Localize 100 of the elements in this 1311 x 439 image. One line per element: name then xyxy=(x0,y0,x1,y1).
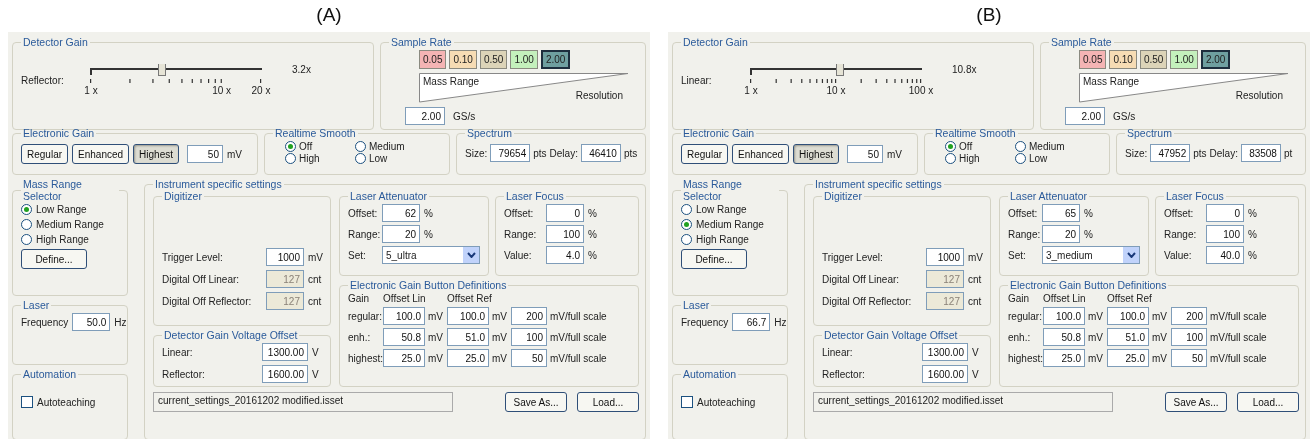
slider-thumb[interactable] xyxy=(157,64,166,76)
input-field[interactable]: 47952 xyxy=(1150,144,1191,162)
define-button[interactable]: Define... xyxy=(681,249,747,269)
input-field[interactable]: 200 xyxy=(1171,307,1207,325)
input-field[interactable]: 1300.00 xyxy=(262,343,308,361)
input-field[interactable]: 65 xyxy=(1042,204,1080,222)
radio-button[interactable] xyxy=(681,204,692,215)
radio-button[interactable] xyxy=(285,141,296,152)
input-field[interactable]: 83508 xyxy=(1240,144,1281,162)
rate-button[interactable]: 0.05 xyxy=(1079,50,1107,69)
input-field[interactable]: 50.0 xyxy=(72,313,111,331)
input-field[interactable]: 50.8 xyxy=(1043,328,1085,346)
input-field[interactable]: 1000 xyxy=(926,248,964,266)
slider-thumb[interactable] xyxy=(836,64,845,76)
input-field[interactable]: 0 xyxy=(546,204,584,222)
gain-button[interactable]: Regular xyxy=(681,144,729,164)
dropdown[interactable]: 3_medium xyxy=(1042,246,1140,264)
radio-button[interactable] xyxy=(1015,153,1026,164)
gain-button[interactable]: Highest xyxy=(793,144,839,164)
gain-button[interactable]: Highest xyxy=(133,144,179,164)
input-field[interactable]: 100 xyxy=(1171,328,1207,346)
option-label: High Range xyxy=(36,234,89,245)
radio-button[interactable] xyxy=(355,141,366,152)
radio-button[interactable] xyxy=(21,234,32,245)
gain-button[interactable]: Enhanced xyxy=(72,144,130,164)
radio-button[interactable] xyxy=(681,219,692,230)
dropdown[interactable]: 5_ultra xyxy=(382,246,480,264)
rate-button[interactable]: 0.50 xyxy=(1139,50,1168,69)
file-button[interactable]: Load... xyxy=(577,392,639,412)
input-field[interactable]: 100.0 xyxy=(1107,307,1149,325)
radio-button[interactable] xyxy=(945,141,956,152)
input-field[interactable]: 40.0 xyxy=(1206,246,1244,264)
input-field[interactable]: 25.0 xyxy=(447,349,489,367)
unit-label: mV xyxy=(1088,331,1104,343)
rate-button[interactable]: 0.10 xyxy=(1109,50,1137,69)
rate-button[interactable]: 0.05 xyxy=(419,50,447,69)
input-field[interactable]: 50 xyxy=(511,349,547,367)
rate-button[interactable]: 1.00 xyxy=(1170,50,1198,69)
field-label: Range: xyxy=(1008,228,1038,240)
input-field[interactable]: 25.0 xyxy=(383,349,425,367)
radio-button[interactable] xyxy=(21,219,32,230)
input-field[interactable]: 50 xyxy=(187,145,223,163)
input-field[interactable]: 62 xyxy=(382,204,420,222)
radio-button[interactable] xyxy=(1015,141,1026,152)
input-field[interactable]: 100 xyxy=(1206,225,1244,243)
input-field[interactable]: 1300.00 xyxy=(922,343,968,361)
input-field[interactable]: 1600.00 xyxy=(922,365,968,383)
gain-button[interactable]: Enhanced xyxy=(732,144,790,164)
input-field[interactable]: 100.0 xyxy=(447,307,489,325)
rate-button[interactable]: 0.10 xyxy=(449,50,477,69)
rate-button[interactable]: 2.00 xyxy=(1200,50,1231,69)
unit-label: V xyxy=(972,368,979,380)
input-field[interactable]: 50 xyxy=(847,145,883,163)
radio-button[interactable] xyxy=(285,153,296,164)
input-field[interactable]: 25.0 xyxy=(1107,349,1149,367)
input-field[interactable]: 2.00 xyxy=(1065,107,1105,125)
file-button[interactable]: Save As... xyxy=(505,392,567,412)
radio-button[interactable] xyxy=(681,234,692,245)
radio-button[interactable] xyxy=(945,153,956,164)
radio-button[interactable] xyxy=(21,204,32,215)
file-button[interactable]: Save As... xyxy=(1165,392,1227,412)
input-field[interactable]: 25.0 xyxy=(1043,349,1085,367)
radio-button[interactable] xyxy=(355,153,366,164)
input-field[interactable]: 100.0 xyxy=(383,307,425,325)
input-field[interactable]: 100 xyxy=(546,225,584,243)
define-button[interactable]: Define... xyxy=(21,249,87,269)
gain-button[interactable]: Regular xyxy=(21,144,69,164)
input-field[interactable]: 46410 xyxy=(580,144,621,162)
input-field[interactable]: 100 xyxy=(511,328,547,346)
input-field[interactable]: 2.00 xyxy=(405,107,445,125)
field-label: Digital Off Linear: xyxy=(822,273,901,285)
input-field[interactable]: 51.0 xyxy=(1107,328,1149,346)
input-field[interactable]: 4.0 xyxy=(546,246,584,264)
input-field[interactable]: 50.8 xyxy=(383,328,425,346)
input-field[interactable]: 0 xyxy=(1206,204,1244,222)
input-field[interactable]: 1600.00 xyxy=(262,365,308,383)
input-field[interactable]: 20 xyxy=(1042,225,1080,243)
file-button[interactable]: Load... xyxy=(1237,392,1299,412)
group-title: Instrument specific settings xyxy=(814,178,943,190)
unit-label: % xyxy=(588,249,597,261)
file-name-field[interactable]: current_settings_20161202 modified.isset xyxy=(153,392,453,412)
input-field[interactable]: 200 xyxy=(511,307,547,325)
input-field[interactable]: 66.7 xyxy=(732,313,771,331)
rate-button[interactable]: 2.00 xyxy=(540,50,571,69)
rate-button[interactable]: 0.50 xyxy=(479,50,508,69)
dropdown-value: 3_medium xyxy=(1046,249,1093,261)
input-field[interactable]: 20 xyxy=(382,225,420,243)
input-field[interactable]: 51.0 xyxy=(447,328,489,346)
checkbox[interactable] xyxy=(21,396,33,408)
checkbox[interactable] xyxy=(681,396,693,408)
unit-label: mV xyxy=(227,148,242,160)
input-field[interactable]: 1000 xyxy=(266,248,304,266)
input-field[interactable]: 50 xyxy=(1171,349,1207,367)
rate-button[interactable]: 1.00 xyxy=(510,50,538,69)
unit-label: cnt xyxy=(308,295,322,307)
row-label: regular: xyxy=(348,310,380,322)
group-title: Laser Attenuator xyxy=(349,190,429,202)
input-field[interactable]: 79654 xyxy=(490,144,531,162)
input-field[interactable]: 100.0 xyxy=(1043,307,1085,325)
file-name-field[interactable]: current_settings_20161202 modified.isset xyxy=(813,392,1113,412)
